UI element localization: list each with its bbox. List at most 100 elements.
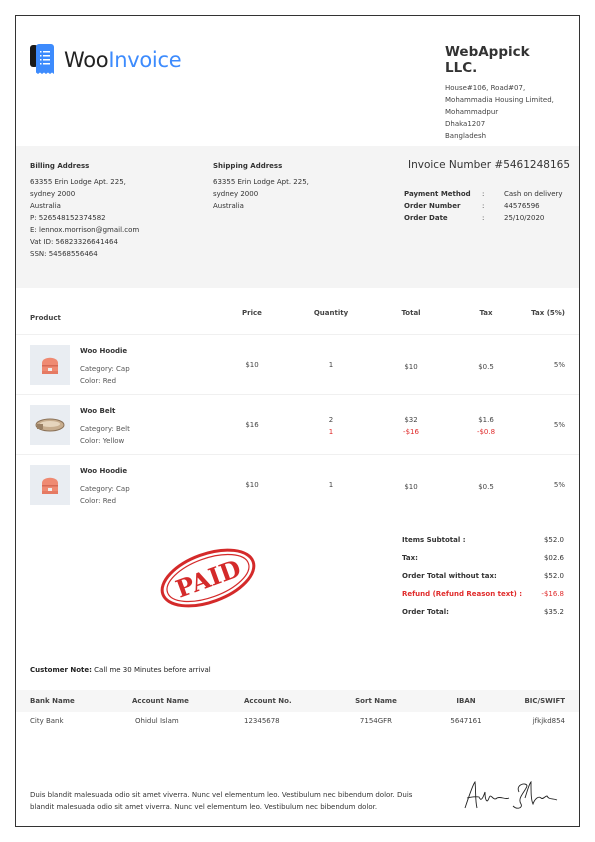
product-name: Woo Hoodie <box>80 347 128 355</box>
bank-header-cell: Sort Name <box>355 697 397 705</box>
header-tax: Tax <box>479 309 493 317</box>
note-label: Customer Note: <box>30 666 92 674</box>
billing-title: Billing Address <box>30 162 90 170</box>
logo-icon <box>30 44 56 78</box>
bank-header-cell: Bank Name <box>30 697 75 705</box>
company-info: WebAppick LLC. House#106, Road#07, Moham… <box>445 44 563 142</box>
meta-value: Cash on delivery <box>504 190 563 198</box>
total-value: $52.0 <box>543 572 564 580</box>
table-row: Woo Hoodie Category: Cap Color: Red $10 1… <box>16 454 579 514</box>
billing-line: sydney 2000 <box>30 190 76 198</box>
billing-line: SSN: 54568556464 <box>30 250 98 258</box>
total-label: Refund (Refund Reason text) : <box>402 590 523 598</box>
header-price: Price <box>242 309 262 317</box>
company-address-line: House#106, Road#07, <box>445 84 526 92</box>
tax-rate-cell: 5% <box>553 421 565 429</box>
logo-part-2: Invoice <box>108 48 182 72</box>
header-product: Product <box>30 314 61 322</box>
product-name: Woo Hoodie <box>80 467 128 475</box>
note-text: Call me 30 Minutes before arrival <box>91 666 211 674</box>
billing-line: P: 526548152374582 <box>30 214 106 222</box>
billing-address: Billing Address 63355 Erin Lodge Apt. 22… <box>30 160 139 260</box>
meta-row: Order Date: 25/10/2020 <box>404 212 563 224</box>
product-image <box>30 405 70 445</box>
invoice-meta: Payment Method: Cash on delivery Order Nu… <box>404 188 563 224</box>
product-name: Woo Belt <box>80 407 116 415</box>
meta-row: Order Number: 44576596 <box>404 200 563 212</box>
total-row: Refund (Refund Reason text) : -$16.8 <box>402 590 564 598</box>
meta-value: 25/10/2020 <box>504 214 545 222</box>
shipping-title: Shipping Address <box>213 162 283 170</box>
bank-value-cell: Ohidul Islam <box>135 717 179 725</box>
product-image <box>30 465 70 505</box>
logo-part-1: Woo <box>64 48 109 72</box>
shipping-address: Shipping Address 63355 Erin Lodge Apt. 2… <box>213 160 309 212</box>
total-label: Tax: <box>402 554 418 562</box>
logo: WooInvoice <box>64 48 182 72</box>
invoice-number: Invoice Number #5461248165 <box>408 159 570 171</box>
billing-line: Vat ID: 56823326641464 <box>30 238 118 246</box>
meta-row: Payment Method: Cash on delivery <box>404 188 563 200</box>
total-row: Order Total without tax: $52.0 <box>402 572 564 580</box>
quantity-cell: 1 <box>328 481 334 489</box>
product-category: Category: Cap <box>80 485 130 493</box>
total-row: Items Subtotal : $52.0 <box>402 536 564 544</box>
tax-rate-cell: 5% <box>553 361 565 369</box>
meta-key: Order Number <box>404 202 461 210</box>
meta-value: 44576596 <box>504 202 540 210</box>
quantity-cell: 1 <box>328 361 334 369</box>
header-total: Total <box>401 309 421 317</box>
tax-cell: $1.6 <box>478 416 494 424</box>
bank-value-cell: jfkjkd854 <box>532 717 565 725</box>
table-row: Woo Hoodie Category: Cap Color: Red $10 1… <box>16 334 579 394</box>
shipping-line: Australia <box>213 202 244 210</box>
total-row: Order Total: $35.2 <box>402 608 564 616</box>
address-section: Billing Address 63355 Erin Lodge Apt. 22… <box>16 146 579 288</box>
stamp-text: PAID <box>172 553 245 603</box>
billing-line: 63355 Erin Lodge Apt. 225, <box>30 178 126 186</box>
invoice-page: WooInvoice WebAppick LLC. House#106, Roa… <box>15 15 580 827</box>
shipping-line: 63355 Erin Lodge Apt. 225, <box>213 178 309 186</box>
total-value: $52.0 <box>543 536 564 544</box>
product-color: Color: Red <box>80 377 117 385</box>
header-quantity: Quantity <box>313 309 349 317</box>
billing-line: Australia <box>30 202 61 210</box>
meta-colon: : <box>482 202 485 210</box>
total-value: -$16.8 <box>541 590 564 598</box>
customer-note: Customer Note: Call me 30 Minutes before… <box>30 666 211 674</box>
bank-header-cell: IBAN <box>456 697 476 705</box>
total-cell: $10 <box>404 363 418 371</box>
bank-header-cell: Account No. <box>244 697 292 705</box>
company-address-line: Mohammadpur <box>445 108 499 116</box>
product-category: Category: Belt <box>80 425 130 433</box>
total-value: $02.6 <box>543 554 564 562</box>
tax-rate-cell: 5% <box>553 481 565 489</box>
company-name: WebAppick LLC. <box>445 44 530 76</box>
total-value: $35.2 <box>543 608 564 616</box>
quantity-cell: 2 <box>328 416 334 424</box>
meta-key: Payment Method <box>404 190 471 198</box>
total-row: Tax: $02.6 <box>402 554 564 562</box>
meta-colon: : <box>482 190 485 198</box>
meta-key: Order Date <box>404 214 448 222</box>
tax-refund: -$0.8 <box>476 428 496 436</box>
total-label: Order Total: <box>402 608 449 616</box>
product-category: Category: Cap <box>80 365 130 373</box>
signature <box>461 778 561 814</box>
company-address-line: Bangladesh <box>445 132 487 140</box>
paid-stamp: PAID <box>156 543 261 615</box>
total-label: Items Subtotal : <box>402 536 466 544</box>
bank-value-cell: 12345678 <box>244 717 280 725</box>
price-cell: $10 <box>245 361 259 369</box>
product-color: Color: Yellow <box>80 437 125 445</box>
bank-value-cell: 5647161 <box>450 717 482 725</box>
total-refund: -$16 <box>403 428 419 436</box>
price-cell: $16 <box>245 421 259 429</box>
product-color: Color: Red <box>80 497 117 505</box>
bank-header-cell: Account Name <box>132 697 189 705</box>
meta-colon: : <box>482 214 485 222</box>
bank-value-cell: City Bank <box>30 717 64 725</box>
quantity-refund: 1 <box>328 428 334 436</box>
tax-cell: $0.5 <box>478 483 494 491</box>
billing-line: E: lennox.morrison@gmail.com <box>30 226 140 234</box>
